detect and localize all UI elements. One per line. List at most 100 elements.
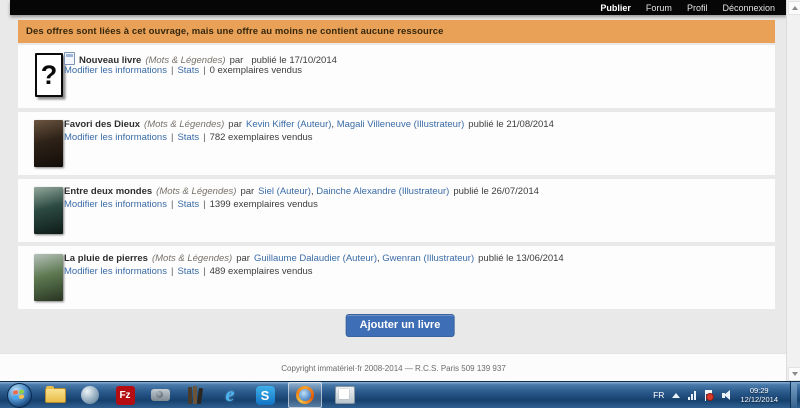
edit-info-link[interactable]: Modifier les informations [64, 266, 167, 277]
internet-explorer-icon[interactable]: e [218, 383, 242, 407]
separator: | [171, 266, 173, 277]
book-cover-thumbnail[interactable] [34, 187, 63, 234]
start-button[interactable] [7, 383, 32, 408]
firefox-icon [296, 386, 314, 404]
copies-sold: 0 exemplaires vendus [210, 65, 302, 76]
separator: | [171, 199, 173, 210]
filezilla-icon[interactable]: Fz [113, 383, 137, 407]
desktop-screen: Publier Forum Profil Déconnexion Des off… [0, 0, 800, 408]
copies-sold: 782 exemplaires vendus [210, 132, 313, 143]
book-row: ? Nouveau livre(Mots & Légendes)parpubli… [18, 45, 775, 108]
camera-icon [151, 389, 170, 401]
system-tray: FR 09:29 12/12/2014 [653, 382, 800, 408]
author-link[interactable]: Gwenran (Illustrateur) [382, 253, 474, 264]
book-title: Favori des Dieux [64, 119, 140, 130]
par-label: par [240, 186, 254, 197]
scroll-up-icon [792, 6, 798, 10]
windows-explorer-icon[interactable] [43, 383, 67, 407]
book-title-line: La pluie de pierres(Mots & Légendes)parG… [64, 253, 765, 264]
separator: | [203, 132, 205, 143]
warning-banner-text: Des offres sont liées à cet ouvrage, mai… [18, 26, 444, 37]
network-signal-icon[interactable] [688, 391, 696, 400]
book-title-line: Favori des Dieux(Mots & Légendes)parKevi… [64, 119, 765, 130]
separator: | [203, 65, 205, 76]
taskbar-apps: Fz e S [0, 382, 653, 408]
scroll-up-button[interactable] [788, 1, 800, 15]
add-book-button[interactable]: Ajouter un livre [346, 314, 455, 337]
author-link[interactable]: Kevin Kiffer (Auteur) [246, 119, 331, 130]
book-authors: Guillaume Dalaudier (Auteur), Gwenran (I… [254, 253, 474, 264]
new-page-icon [64, 52, 75, 65]
windows-flag-icon [13, 389, 25, 401]
book-cover-thumbnail[interactable]: ? [35, 53, 63, 97]
page-footer: Copyright immatériel·fr 2008-2014 — R.C.… [0, 353, 787, 383]
author-link[interactable]: Siel (Auteur) [258, 186, 311, 197]
author-link[interactable]: Guillaume Dalaudier (Auteur) [254, 253, 377, 264]
book-published-date: publié le 13/06/2014 [478, 253, 564, 264]
nav-item-publier[interactable]: Publier [600, 3, 631, 13]
copies-sold: 1399 exemplaires vendus [210, 199, 318, 210]
stats-link[interactable]: Stats [177, 199, 199, 210]
separator: | [203, 266, 205, 277]
book-title-line: Entre deux mondes (Mots & Légendes) par Sie… [64, 186, 765, 197]
scroll-down-icon [792, 372, 798, 376]
author-link[interactable]: Magali Villeneuve (Illustrateur) [337, 119, 465, 130]
nav-item-deconnexion[interactable]: Déconnexion [722, 3, 775, 13]
filezilla-logo: Fz [116, 386, 135, 405]
book-actions-line: Modifier les informations | Stats | 1399 exe… [64, 199, 765, 210]
books-icon [188, 386, 202, 404]
library-app-icon[interactable] [183, 383, 207, 407]
scroll-down-button[interactable] [788, 367, 800, 381]
skype-logo: S [256, 386, 275, 405]
nav-item-profil[interactable]: Profil [687, 3, 708, 13]
edit-info-link[interactable]: Modifier les informations [64, 65, 167, 76]
book-row: Entre deux mondes (Mots & Légendes) par Sie… [18, 179, 775, 242]
volume-icon[interactable] [722, 390, 732, 401]
text-editor-icon[interactable] [333, 383, 357, 407]
document-window-icon [335, 386, 355, 404]
book-actions-line: Modifier les informations|Stats|782 exem… [64, 132, 765, 143]
action-center-flag-icon[interactable] [704, 390, 714, 401]
copies-sold: 489 exemplaires vendus [210, 266, 313, 277]
tray-clock[interactable]: 09:29 12/12/2014 [740, 386, 778, 404]
sphere-icon [81, 386, 99, 404]
firefox-taskbar-button-active[interactable] [288, 382, 322, 408]
show-desktop-button[interactable] [790, 382, 797, 408]
nav-item-forum[interactable]: Forum [646, 3, 672, 13]
book-title-line: Nouveau livre(Mots & Légendes)parpublié … [64, 52, 765, 66]
site-topnav: Publier Forum Profil Déconnexion [10, 0, 787, 15]
book-authors: Siel (Auteur), Dainche Alexandre (Illust… [258, 186, 449, 197]
book-row: La pluie de pierres(Mots & Légendes)parG… [18, 246, 775, 309]
stats-link[interactable]: Stats [177, 132, 199, 143]
warning-banner: Des offres sont liées à cet ouvrage, mai… [18, 20, 775, 43]
stats-link[interactable]: Stats [177, 266, 199, 277]
folder-icon [45, 388, 66, 403]
windows-taskbar: Fz e S FR 09:29 12/12/2014 [0, 381, 800, 408]
par-label: par [236, 253, 250, 264]
book-title: Entre deux mondes [64, 186, 152, 197]
book-series: (Mots & Légendes) [152, 253, 232, 264]
skype-icon[interactable]: S [253, 383, 277, 407]
book-series: (Mots & Légendes) [156, 186, 236, 197]
scrollbar[interactable] [786, 0, 800, 382]
book-actions-line: Modifier les informations | Stats | 0 exempl… [64, 65, 765, 76]
ie-logo: e [226, 385, 235, 405]
hidden-icons-caret[interactable] [672, 393, 680, 398]
stats-link[interactable]: Stats [177, 65, 199, 76]
language-indicator[interactable]: FR [653, 390, 664, 400]
book-row: Favori des Dieux(Mots & Légendes)parKevi… [18, 112, 775, 175]
book-cover-thumbnail[interactable] [34, 120, 63, 167]
book-cover-thumbnail[interactable] [34, 254, 63, 301]
book-published-date: publié le 21/08/2014 [468, 119, 554, 130]
book-published-date: publié le 26/07/2014 [453, 186, 539, 197]
edit-info-link[interactable]: Modifier les informations [64, 132, 167, 143]
tray-time: 09:29 [750, 386, 769, 395]
author-link[interactable]: Dainche Alexandre (Illustrateur) [316, 186, 449, 197]
tray-date: 12/12/2014 [740, 395, 778, 404]
book-actions-line: Modifier les informations | Stats | 489 exem… [64, 266, 765, 277]
separator: | [203, 199, 205, 210]
separator: | [171, 65, 173, 76]
media-sphere-icon[interactable] [78, 383, 102, 407]
camera-app-icon[interactable] [148, 383, 172, 407]
edit-info-link[interactable]: Modifier les informations [64, 199, 167, 210]
